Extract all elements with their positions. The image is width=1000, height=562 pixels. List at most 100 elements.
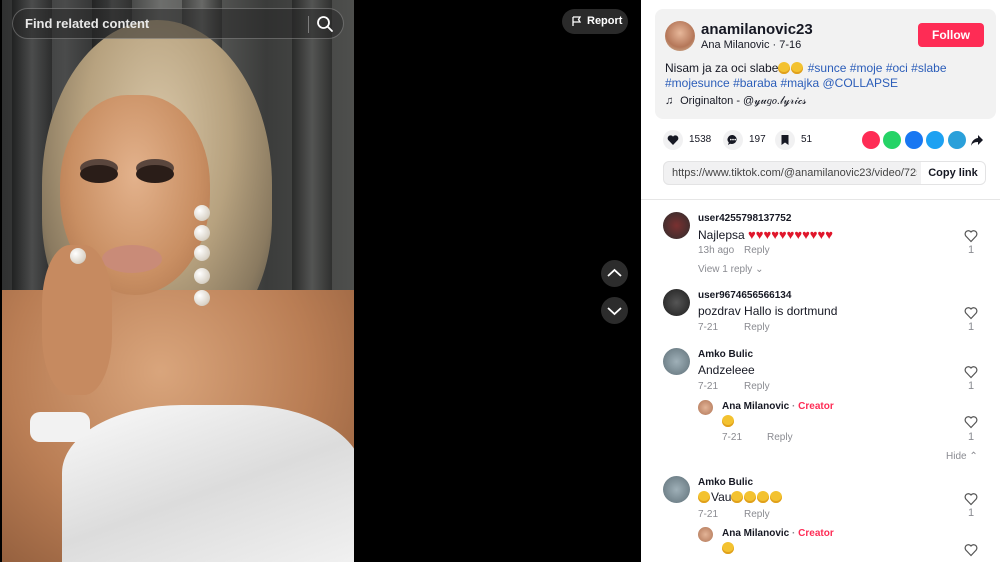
commenter-avatar[interactable] (663, 348, 690, 375)
comment-username[interactable]: Amko Bulic (698, 477, 753, 488)
search-bar[interactable]: Find related content (12, 8, 344, 39)
heart-icon (667, 135, 679, 145)
mention-collapse[interactable]: @COLLAPSE (822, 76, 898, 90)
video-frame[interactable] (2, 0, 354, 562)
comment-username[interactable]: user4255798137752 (698, 213, 791, 224)
music-title: Originalton - (680, 95, 744, 107)
previous-video-button[interactable] (601, 260, 628, 287)
action-bar: 1538 197 51 (663, 130, 993, 150)
chevron-up-icon (607, 268, 622, 277)
reply-username[interactable]: Ana Milanovic · Creator (722, 401, 834, 412)
hashtag-slabe[interactable]: #slabe (911, 61, 946, 75)
comment-like-count: 1 (968, 507, 975, 519)
smile-emoji-icon (722, 542, 734, 554)
author-avatar[interactable] (665, 21, 695, 51)
comment-like-icon[interactable] (964, 229, 978, 243)
bookmark-icon (781, 135, 789, 145)
music-note-icon: ♫ (665, 95, 674, 107)
reply-button[interactable]: Reply (744, 322, 770, 333)
tiktok-video-page: Find related content Report anamilanovic… (0, 0, 1000, 562)
creator-avatar[interactable] (698, 400, 713, 415)
comment-text: Andzeleee (698, 363, 755, 377)
creator-badge: Creator (798, 401, 834, 412)
smile-emoji-icon (722, 415, 734, 427)
reply-button[interactable]: Reply (744, 245, 770, 256)
share-arrow-icon[interactable] (970, 133, 984, 147)
hashtag-moje[interactable]: #moje (850, 61, 883, 75)
author-nickname: Ana Milanovic (701, 39, 770, 51)
save-count: 51 (801, 134, 813, 145)
comment-like-count: 1 (968, 244, 975, 256)
commenter-avatar[interactable] (663, 212, 690, 239)
video-link[interactable]: https://www.tiktok.com/@anamilanovic23/v… (672, 167, 917, 179)
author-nickname-date: Ana Milanovic · 7-16 (701, 39, 802, 51)
chevron-down-icon (607, 307, 622, 316)
video-caption: Nisam ja za oci slabe #sunce #moje #oci … (665, 61, 985, 91)
view-replies-button[interactable]: View 1 reply ⌄ (698, 264, 763, 275)
side-panel: anamilanovic23 Ana Milanovic · 7-16 Foll… (641, 0, 1000, 562)
copy-link-button[interactable]: Copy link (921, 162, 985, 184)
follow-button[interactable]: Follow (918, 23, 984, 47)
author-username[interactable]: anamilanovic23 (701, 21, 813, 38)
flag-icon (572, 16, 582, 26)
link-bar: https://www.tiktok.com/@anamilanovic23/v… (663, 161, 986, 185)
comment-text: Vau (698, 490, 783, 504)
video-player[interactable]: Find related content Report (0, 0, 641, 562)
comment-like-icon[interactable] (964, 492, 978, 506)
comment-time: 7-21 (698, 509, 719, 520)
grimace-emoji-icon (778, 62, 791, 74)
hashtag-mojesunce[interactable]: #mojesunce (665, 76, 730, 90)
hide-replies-button[interactable]: Hide ⌃ (946, 451, 978, 462)
telegram-icon[interactable] (948, 131, 966, 149)
reply-time: 7-21 (722, 432, 743, 443)
comment-username[interactable]: user9674656566134 (698, 290, 791, 301)
music-info[interactable]: ♫ Originalton - @𝓎𝓊𝑔𝑜.𝓁𝓎𝓇𝒾𝒸𝓈 (665, 95, 806, 108)
comment-like-icon[interactable] (964, 365, 978, 379)
report-label: Report (587, 15, 623, 27)
hashtag-majka[interactable]: #majka (780, 76, 819, 90)
hashtag-sunce[interactable]: #sunce (808, 61, 847, 75)
comment-username[interactable]: Amko Bulic (698, 349, 753, 360)
reply-button[interactable]: Reply (744, 381, 770, 392)
video-info-card: anamilanovic23 Ana Milanovic · 7-16 Foll… (655, 9, 996, 119)
star-eyes-emoji-icon (698, 491, 710, 503)
music-author: @𝓎𝓊𝑔𝑜.𝓁𝓎𝓇𝒾𝒸𝓈 (743, 95, 807, 107)
comment-like-icon[interactable] (964, 415, 978, 429)
sweat-smile-emoji-icon (791, 62, 804, 74)
reply-button[interactable]: Reply (767, 432, 793, 443)
comment-like-icon[interactable] (964, 543, 978, 557)
hashtag-baraba[interactable]: #baraba (733, 76, 777, 90)
search-icon[interactable] (315, 14, 335, 34)
search-divider (308, 16, 309, 33)
twitter-icon[interactable] (926, 131, 944, 149)
commenter-avatar[interactable] (663, 289, 690, 316)
reply-text (722, 541, 735, 555)
creator-avatar[interactable] (698, 527, 713, 542)
comment-like-icon[interactable] (964, 306, 978, 320)
comment-like-count: 1 (968, 380, 975, 392)
reply-username[interactable]: Ana Milanovic · Creator (722, 528, 834, 539)
divider (641, 199, 1000, 200)
comment-time: 13h ago (698, 245, 735, 256)
reply-text (722, 414, 735, 428)
search-input[interactable]: Find related content (25, 16, 149, 31)
comment-text: pozdrav Hallo is dortmund (698, 304, 838, 318)
commenter-avatar[interactable] (663, 476, 690, 503)
whatsapp-icon[interactable] (883, 131, 901, 149)
chevron-up-icon: ⌃ (969, 451, 978, 462)
reply-button[interactable]: Reply (744, 509, 770, 520)
comment-time: 7-21 (698, 381, 719, 392)
repost-icon[interactable] (862, 131, 880, 149)
comment-like-count: 1 (968, 431, 975, 443)
report-button[interactable]: Report (562, 9, 628, 34)
comment-count: 197 (749, 134, 766, 145)
hashtag-oci[interactable]: #oci (886, 61, 908, 75)
comment-icon (727, 134, 737, 145)
facebook-icon[interactable] (905, 131, 923, 149)
caption-text: Nisam ja za oci slabe (665, 61, 779, 75)
chevron-down-icon: ⌄ (755, 264, 764, 275)
post-date: 7-16 (779, 39, 802, 51)
next-video-button[interactable] (601, 297, 628, 324)
comment-time: 7-21 (698, 322, 719, 333)
comment-like-count: 1 (968, 321, 975, 333)
